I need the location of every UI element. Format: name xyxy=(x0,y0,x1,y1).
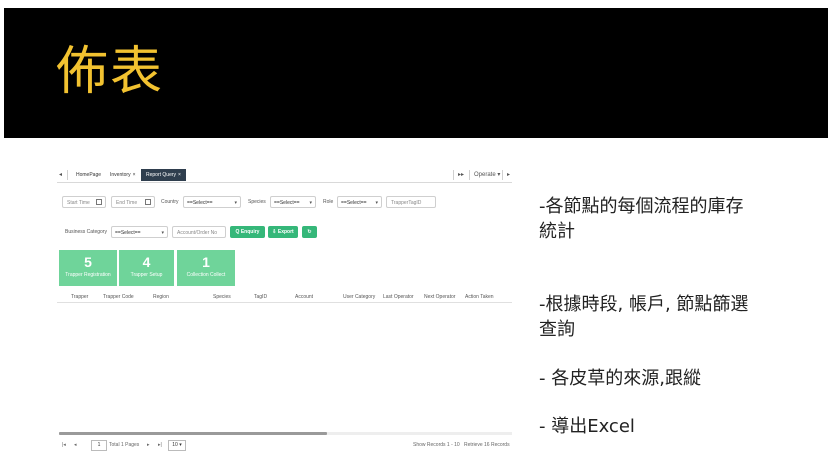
column-header[interactable]: Species xyxy=(213,292,231,302)
bullet-line: 查詢 xyxy=(539,319,575,340)
column-header[interactable]: User Category xyxy=(343,292,375,302)
column-header[interactable]: Next Operator xyxy=(424,292,455,302)
chevron-down-icon: ▾ xyxy=(161,230,164,236)
species-select[interactable]: ==Select== ▾ xyxy=(270,196,316,208)
bullet-line: -根據時段, 帳戶, 節點篩選 xyxy=(539,294,749,315)
role-value: ==Select== xyxy=(341,200,367,206)
country-select[interactable]: ==Select== ▾ xyxy=(183,196,241,208)
tab-scroll-right-icon[interactable]: ▸▸ xyxy=(458,168,464,182)
column-header[interactable]: TagID xyxy=(254,292,267,302)
end-time-placeholder: End Time xyxy=(116,200,138,206)
species-value: ==Select== xyxy=(274,200,300,206)
show-records-text: Show Records 1 - 10 xyxy=(413,442,460,448)
retrieve-records-text: Retrieve 16 Records xyxy=(464,442,510,448)
card-label: Collection Collect xyxy=(186,272,226,278)
species-label: Species xyxy=(248,199,266,205)
refresh-icon: ↻ xyxy=(307,229,312,235)
slide-title: 佈表 xyxy=(56,42,165,102)
tab-divider xyxy=(453,170,454,180)
tab-end-icon[interactable]: ▸ xyxy=(507,168,510,182)
account-input[interactable]: Account/Order No xyxy=(172,226,226,238)
table-header: Trapper Trapper Code Region Species TagI… xyxy=(57,292,512,303)
business-category-select[interactable]: ==Select== ▾ xyxy=(111,226,168,238)
column-header[interactable]: Trapper xyxy=(71,292,88,302)
tab-bar: ◂ HomePage Inventory × Report Query × ▸▸ O… xyxy=(57,168,512,183)
summary-card[interactable]: 5 Trapper Registration xyxy=(59,250,117,286)
calendar-icon[interactable] xyxy=(145,199,151,205)
column-header[interactable]: Region xyxy=(153,292,169,302)
card-value: 5 xyxy=(84,254,92,270)
refresh-button[interactable]: ↻ xyxy=(302,226,317,238)
column-header[interactable]: Account xyxy=(295,292,313,302)
bullet-line: -各節點的每個流程的庫存 xyxy=(539,196,744,217)
tab-scroll-left-icon[interactable]: ◂ xyxy=(59,168,62,182)
enquiry-button[interactable]: Q Enquiry xyxy=(230,226,265,238)
business-category-label: Business Category xyxy=(65,229,107,235)
start-time-input[interactable]: Start Time xyxy=(62,196,106,208)
column-header[interactable]: Trapper Code xyxy=(103,292,134,302)
bullet-line: - 導出Excel xyxy=(539,416,635,437)
close-icon[interactable]: × xyxy=(178,172,181,178)
card-label: Trapper Setup xyxy=(130,272,163,278)
chevron-down-icon: ▾ xyxy=(309,200,312,206)
tab-divider xyxy=(67,170,68,180)
card-value: 4 xyxy=(142,254,151,270)
card-value: 1 xyxy=(202,254,210,270)
role-label: Role xyxy=(323,199,334,205)
country-value: ==Select== xyxy=(187,200,213,206)
tab-label: Inventory xyxy=(110,172,131,178)
start-time-placeholder: Start Time xyxy=(67,200,90,206)
tab-homepage[interactable]: HomePage xyxy=(71,169,106,181)
tag-id-input[interactable]: TrapperTagID xyxy=(386,196,436,208)
report-query-app: ◂ HomePage Inventory × Report Query × ▸▸ O… xyxy=(57,164,512,456)
card-label: Trapper Registration xyxy=(65,272,111,278)
role-select[interactable]: ==Select== ▾ xyxy=(337,196,382,208)
end-time-input[interactable]: End Time xyxy=(111,196,155,208)
close-icon[interactable]: × xyxy=(133,172,136,178)
page-number-input[interactable]: 1 xyxy=(91,440,107,451)
chevron-down-icon: ▾ xyxy=(375,200,378,206)
country-label: Country xyxy=(161,199,179,205)
tag-id-placeholder: TrapperTagID xyxy=(391,200,422,206)
page-size-select[interactable]: 10 ▾ xyxy=(168,440,186,451)
bullet-line: 統計 xyxy=(539,221,575,242)
slide-header: 佈表 xyxy=(4,8,828,138)
bullet-line: - 各皮草的來源,跟縱 xyxy=(539,368,701,389)
column-header[interactable]: Last Operator xyxy=(383,292,414,302)
export-button[interactable]: ⇩ Export xyxy=(268,226,298,238)
tab-report-query[interactable]: Report Query × xyxy=(141,169,186,181)
tab-label: Report Query xyxy=(146,172,177,178)
calendar-icon[interactable] xyxy=(96,199,102,205)
first-page-button[interactable]: |◂ xyxy=(62,439,66,451)
column-header[interactable]: Action Taken xyxy=(465,292,494,302)
business-category-value: ==Select== xyxy=(115,230,141,236)
tab-divider xyxy=(502,170,503,180)
pagination-bar: |◂ ◂ 1 Total 1 Pages ▸ ▸| 10 ▾ Show Reco… xyxy=(57,439,512,451)
next-page-button[interactable]: ▸ xyxy=(147,439,150,451)
summary-card[interactable]: 4 Trapper Setup xyxy=(119,250,174,286)
last-page-button[interactable]: ▸| xyxy=(158,439,162,451)
prev-page-button[interactable]: ◂ xyxy=(74,439,77,451)
chevron-down-icon: ▾ xyxy=(234,200,237,206)
summary-card[interactable]: 1 Collection Collect xyxy=(177,250,235,286)
total-pages-text: Total 1 Pages xyxy=(109,442,140,448)
tab-inventory[interactable]: Inventory × xyxy=(105,169,141,181)
tab-divider xyxy=(469,170,470,180)
operate-menu[interactable]: Operate ▾ xyxy=(474,168,500,182)
tab-label: HomePage xyxy=(76,172,102,178)
horizontal-scrollbar-thumb[interactable] xyxy=(59,432,327,435)
account-placeholder: Account/Order No xyxy=(177,230,218,236)
